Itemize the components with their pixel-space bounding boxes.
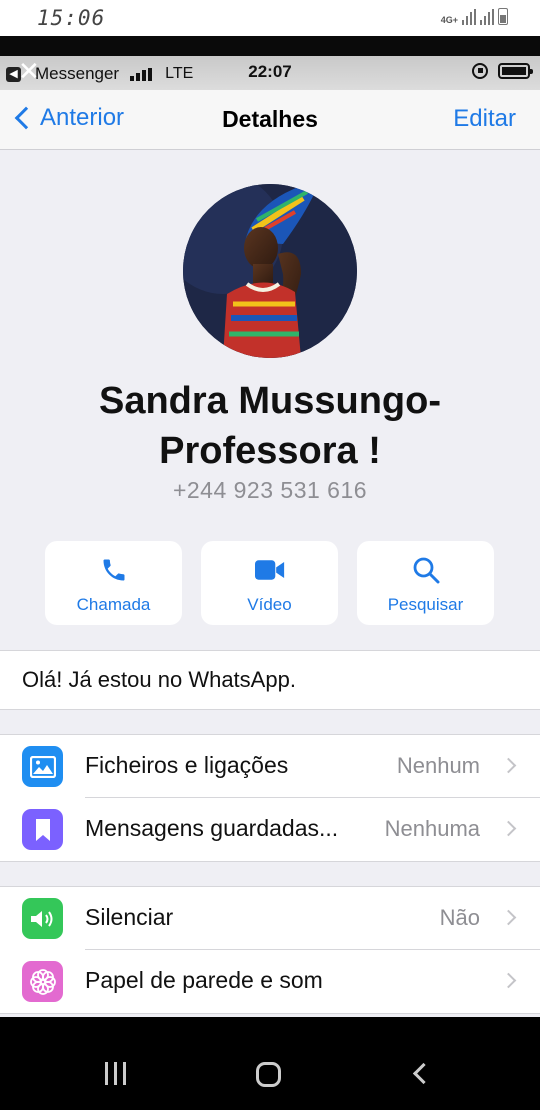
android-status-icons: 4G+ <box>441 8 508 25</box>
ios-status-icons <box>472 63 533 79</box>
android-status-bar: 15:06 4G+ <box>0 0 540 36</box>
settings-group: Silenciar Não Papel de parede e som <box>0 886 540 1014</box>
search-icon <box>411 555 441 585</box>
row-files-links-value: Nenhum <box>396 753 480 778</box>
row-mute-label: Silenciar <box>85 904 174 930</box>
search-button[interactable]: Pesquisar <box>357 541 494 625</box>
search-button-label: Pesquisar <box>387 595 464 614</box>
signal-icon <box>462 9 476 25</box>
action-buttons: Chamada Vídeo Pesquisar <box>45 541 494 625</box>
row-saved-messages[interactable]: Mensagens guardadas... Nenhuma <box>0 798 540 861</box>
back-icon[interactable] <box>412 1062 435 1085</box>
contact-name-line-1: Sandra Mussungo- <box>98 380 442 422</box>
recent-apps-icon[interactable] <box>105 1062 126 1085</box>
status-divider <box>0 36 540 58</box>
video-button[interactable]: Vídeo <box>201 541 338 625</box>
android-clock: 15:06 <box>37 6 106 30</box>
bookmark-icon <box>22 809 63 850</box>
media-group: Ficheiros e ligações Nenhum Mensagens gu… <box>0 734 540 862</box>
row-wallpaper-sound[interactable]: Papel de parede e som <box>0 950 540 1013</box>
row-files-links-label: Ficheiros e ligações <box>85 752 289 778</box>
chevron-right-icon <box>500 757 517 774</box>
video-button-label: Vídeo <box>247 595 292 614</box>
row-mute[interactable]: Silenciar Não <box>0 887 540 950</box>
photo-icon <box>22 746 63 787</box>
contact-name-line-2: Professora ! <box>159 430 381 472</box>
ios-status-bar: ◀ Messenger LTE ✕ 22:07 <box>0 56 540 90</box>
flower-icon <box>22 961 63 1002</box>
home-icon[interactable] <box>256 1062 281 1087</box>
rotation-lock-icon <box>472 63 488 79</box>
contact-phone: +244 923 531 616 <box>172 477 368 503</box>
phone-icon <box>99 555 129 585</box>
row-mute-value: Não <box>439 905 480 930</box>
navigation-bar: Anterior Detalhes Editar <box>0 90 540 150</box>
about-status[interactable]: Olá! Já estou no WhatsApp. <box>0 650 540 710</box>
ios-clock: 22:07 <box>248 62 292 81</box>
ios-battery-icon <box>498 63 533 79</box>
contact-name: Sandra Mussungo- Professora ! <box>0 376 540 476</box>
profile-photo <box>183 184 357 358</box>
signal-icon-2 <box>480 9 494 25</box>
video-icon <box>254 555 285 585</box>
android-navigation-bar <box>0 1017 540 1110</box>
row-saved-messages-value: Nenhuma <box>384 816 480 841</box>
speaker-icon <box>22 898 63 939</box>
chevron-right-icon <box>500 909 517 926</box>
battery-icon <box>498 8 508 25</box>
avatar[interactable] <box>183 184 357 358</box>
network-type-label: 4G+ <box>440 15 458 25</box>
row-wallpaper-sound-label: Papel de parede e som <box>85 967 323 993</box>
row-saved-messages-label: Mensagens guardadas... <box>85 815 339 841</box>
chevron-right-icon <box>500 820 517 837</box>
chevron-right-icon <box>500 972 517 989</box>
edit-button[interactable]: Editar <box>453 105 516 133</box>
row-files-links[interactable]: Ficheiros e ligações Nenhum <box>0 735 540 798</box>
call-button-label: Chamada <box>76 595 151 614</box>
call-button[interactable]: Chamada <box>45 541 182 625</box>
